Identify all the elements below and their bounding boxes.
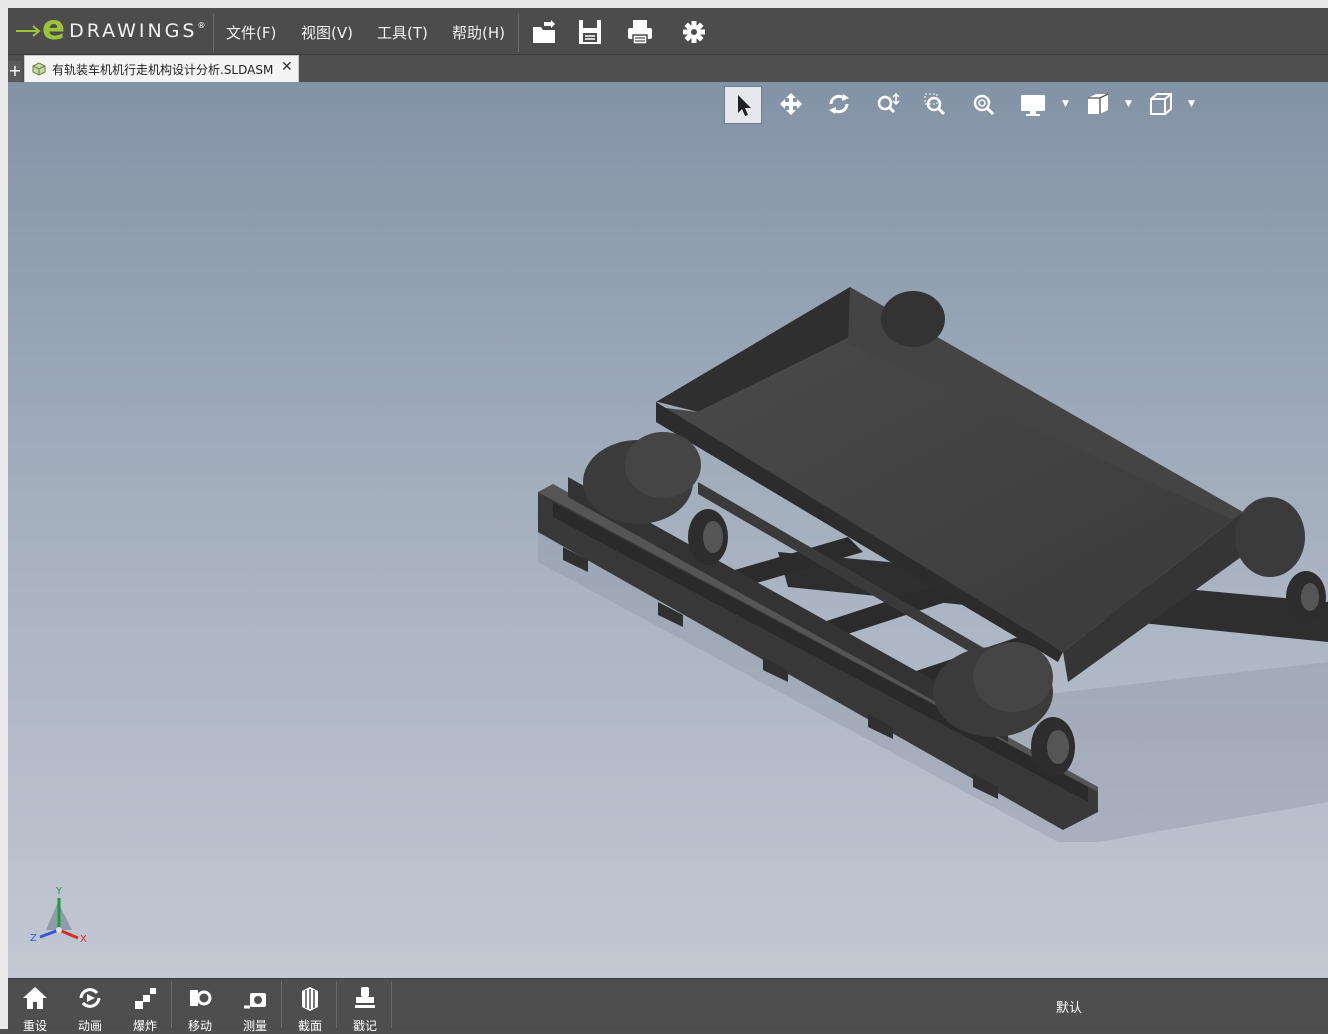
window-top-strip	[0, 0, 1328, 8]
bottom-toolbar: 重设 动画 爆炸 移动 测量 截面 戳记 默认	[8, 978, 1328, 1033]
edrawings-logo: e DRAWINGS ®	[14, 8, 206, 48]
measure-label: 测量	[242, 1019, 267, 1033]
menu-tools[interactable]: 工具(T)	[377, 22, 428, 43]
settings-icon[interactable]	[680, 18, 708, 46]
toolbar-separator	[281, 981, 282, 1028]
triad-y-label: Y	[55, 886, 63, 897]
stamp-icon	[355, 987, 375, 1008]
measure-button[interactable]: 测量	[230, 983, 280, 1033]
document-tab-label: 有轨装车机机行走机构设计分析.SLDASM	[52, 63, 274, 77]
stamp-label: 戳记	[352, 1019, 377, 1033]
section-label: 截面	[297, 1019, 322, 1033]
toolbar-separator	[391, 981, 392, 1028]
logo-e: e	[42, 8, 66, 48]
explode-icon	[135, 988, 156, 1009]
reset-button[interactable]: 重设	[10, 983, 60, 1033]
stamp-button[interactable]: 戳记	[340, 983, 390, 1033]
explode-label: 爆炸	[132, 1019, 157, 1033]
animate-icon	[79, 988, 101, 1008]
move-icon	[190, 990, 212, 1006]
window-left-edge	[0, 8, 8, 1029]
section-button[interactable]: 截面	[285, 983, 335, 1033]
close-tab-icon[interactable]: ✕	[281, 59, 293, 75]
assembly-file-icon	[32, 62, 46, 76]
rail-car-travel-mechanism-model[interactable]	[8, 82, 1328, 978]
menu-separator	[518, 14, 519, 52]
menu-separator	[213, 14, 214, 52]
measure-icon	[244, 993, 266, 1009]
axis-triad: Y X Z	[30, 886, 87, 945]
document-tab-bar: + 有轨装车机机行走机构设计分析.SLDASM ✕	[8, 55, 1328, 82]
reset-label: 重设	[22, 1019, 47, 1033]
menu-help[interactable]: 帮助(H)	[452, 22, 505, 43]
graphics-viewport[interactable]: ▼ ▼ ▼ Y X Z	[8, 82, 1328, 978]
configuration-name[interactable]: 默认	[1056, 997, 1082, 1016]
animate-label: 动画	[77, 1019, 102, 1033]
add-tab-button[interactable]: +	[8, 61, 22, 81]
move-button[interactable]: 移动	[175, 983, 225, 1033]
toolbar-separator	[336, 981, 337, 1028]
section-icon	[302, 987, 318, 1011]
home-icon	[23, 987, 47, 1009]
save-icon[interactable]	[576, 18, 604, 46]
menu-file[interactable]: 文件(F)	[226, 22, 276, 43]
open-icon[interactable]	[530, 18, 558, 46]
logo-trademark: ®	[197, 20, 206, 30]
triad-x-label: X	[80, 934, 87, 945]
logo-arrow-icon	[16, 25, 41, 37]
triad-z-label: Z	[30, 933, 37, 944]
menu-view[interactable]: 视图(V)	[301, 22, 353, 43]
toolbar-separator	[171, 981, 172, 1028]
menu-bar: e DRAWINGS ® 文件(F) 视图(V) 工具(T) 帮助(H)	[8, 8, 1328, 55]
logo-word: DRAWINGS	[69, 20, 198, 42]
move-label: 移动	[187, 1019, 212, 1033]
document-tab[interactable]: 有轨装车机机行走机构设计分析.SLDASM ✕	[24, 55, 299, 82]
print-icon[interactable]	[626, 18, 654, 46]
explode-button[interactable]: 爆炸	[120, 983, 170, 1033]
animate-button[interactable]: 动画	[65, 983, 115, 1033]
